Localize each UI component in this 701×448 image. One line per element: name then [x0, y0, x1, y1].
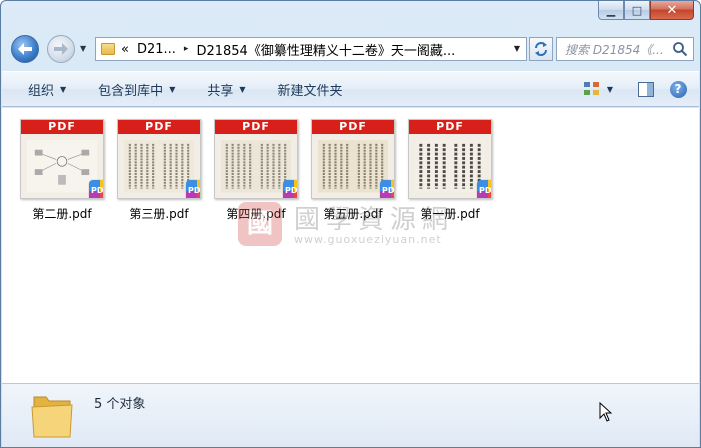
- watermark-seal: 國: [238, 202, 282, 246]
- arrow-left-icon: [18, 43, 32, 55]
- organize-label: 组织: [28, 83, 55, 99]
- breadcrumb-overflow[interactable]: «: [121, 42, 129, 57]
- page-text-art: [318, 140, 388, 193]
- pdf-thumbnail: PDF PDF: [214, 119, 298, 199]
- pdf-band: PDF: [21, 120, 103, 134]
- page-text-art: [124, 140, 194, 193]
- pdf-band: PDF: [118, 120, 200, 134]
- page-text-art: [415, 140, 485, 193]
- organize-menu[interactable]: 组织 ▼: [28, 80, 66, 99]
- folder-icon: [31, 396, 73, 438]
- share-menu[interactable]: 共享 ▼: [207, 80, 245, 99]
- change-view-button[interactable]: [581, 78, 603, 100]
- page-text-art: [221, 140, 291, 193]
- command-bar: 组织 ▼ 包含到库中 ▼ 共享 ▼ 新建文件夹 ▼ ?: [2, 71, 699, 107]
- chevron-down-icon: ▼: [239, 84, 246, 94]
- help-button[interactable]: ?: [667, 78, 689, 100]
- new-folder-label: 新建文件夹: [277, 83, 343, 99]
- pdf-band: PDF: [312, 120, 394, 134]
- back-button[interactable]: [11, 35, 39, 63]
- details-pane: 5 个对象: [2, 383, 699, 447]
- pdf-thumbnail: PDF PDF: [20, 119, 104, 199]
- breadcrumb-separator[interactable]: ▸: [184, 44, 189, 54]
- file-item[interactable]: PDF PDF 第二册.pdf: [14, 119, 104, 221]
- breadcrumb-parent[interactable]: D21...: [137, 42, 176, 57]
- chevron-down-icon: ▼: [169, 84, 176, 94]
- file-list[interactable]: PDF PDF 第二册.pdf PDF: [2, 108, 699, 383]
- pdf-band: PDF: [409, 120, 491, 134]
- navigation-bar: ▼ « D21... ▸ D21854《御纂性理精义十二卷》天一阁藏... ▼ …: [9, 34, 694, 64]
- address-dropdown[interactable]: ▼: [514, 44, 520, 53]
- refresh-icon: [535, 42, 547, 56]
- pdf-band: PDF: [215, 120, 297, 134]
- watermark-title: 國學資源網: [294, 205, 455, 235]
- address-bar[interactable]: « D21... ▸ D21854《御纂性理精义十二卷》天一阁藏... ▼: [95, 37, 527, 61]
- folder-icon: [101, 43, 115, 55]
- include-in-library-label: 包含到库中: [98, 83, 164, 99]
- pdf-thumbnail: PDF PDF: [117, 119, 201, 199]
- file-name[interactable]: 第二册.pdf: [14, 205, 110, 222]
- pdf-app-icon: PDF: [477, 180, 491, 198]
- preview-pane-button[interactable]: [635, 78, 657, 100]
- search-placeholder: 搜索 D21854《...: [565, 42, 664, 57]
- preview-pane-icon: [638, 81, 654, 97]
- help-icon: ?: [669, 80, 687, 98]
- recent-pages-dropdown[interactable]: ▼: [80, 44, 86, 53]
- forward-button[interactable]: [47, 35, 75, 63]
- breadcrumb-current[interactable]: D21854《御纂性理精义十二卷》天一阁藏...: [196, 40, 455, 59]
- view-grid-icon: [584, 82, 599, 95]
- pdf-app-icon: PDF: [89, 180, 103, 198]
- view-options-dropdown[interactable]: ▼: [605, 78, 615, 100]
- file-item[interactable]: PDF PDF 第三册.pdf: [111, 119, 201, 221]
- watermark: 國 國學資源網 www.guoxueziyuan.net: [236, 197, 476, 252]
- arrow-right-icon: [54, 43, 68, 55]
- pdf-app-icon: PDF: [186, 180, 200, 198]
- caption-buttons: ▁ □ ✕: [598, 1, 694, 20]
- new-folder-button[interactable]: 新建文件夹: [278, 80, 343, 99]
- minimize-button[interactable]: ▁: [598, 1, 624, 20]
- maximize-button[interactable]: □: [624, 1, 650, 20]
- watermark-url: www.guoxueziyuan.net: [294, 233, 442, 246]
- share-label: 共享: [207, 83, 234, 99]
- include-in-library-menu[interactable]: 包含到库中 ▼: [98, 80, 175, 99]
- view-controls: ▼ ?: [571, 78, 689, 100]
- refresh-button[interactable]: [529, 37, 553, 61]
- mouse-cursor-icon: [599, 402, 612, 422]
- explorer-window: ▁ □ ✕ ▼ « D21... ▸ D21854《御纂性理精义十二卷》天一阁藏…: [0, 0, 701, 448]
- file-name[interactable]: 第三册.pdf: [111, 205, 207, 222]
- pdf-thumbnail: PDF PDF: [311, 119, 395, 199]
- pdf-thumbnail: PDF PDF: [408, 119, 492, 199]
- search-input[interactable]: 搜索 D21854《...: [556, 37, 694, 61]
- search-icon[interactable]: [672, 41, 688, 57]
- close-button[interactable]: ✕: [650, 1, 694, 20]
- page-diagram-art: [27, 140, 97, 193]
- item-count: 5 个对象: [94, 397, 146, 412]
- chevron-down-icon: ▼: [60, 84, 67, 94]
